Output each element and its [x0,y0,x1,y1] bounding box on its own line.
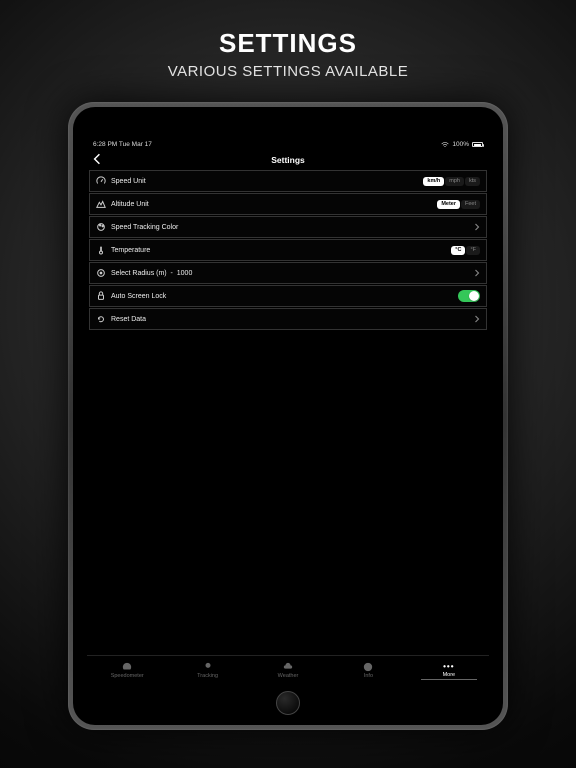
tab-weather[interactable]: Weather [248,662,328,679]
status-right: 100% [441,141,483,148]
tab-label: Info [364,673,373,679]
row-label: Speed Unit [111,178,418,185]
autolock-toggle[interactable] [458,290,480,302]
tablet-frame: 6:28 PM Tue Mar 17 100% Settings Speed U… [68,102,508,730]
seg-mph[interactable]: mph [445,177,464,186]
speed-unit-segment[interactable]: km/h mph kts [423,177,480,186]
status-time: 6:28 PM Tue Mar 17 [93,141,152,148]
row-select-radius[interactable]: Select Radius (m) - 1000 [89,262,487,284]
screen: 6:28 PM Tue Mar 17 100% Settings Speed U… [87,139,489,683]
reset-icon [96,314,106,324]
chevron-left-icon [93,152,101,166]
status-bar: 6:28 PM Tue Mar 17 100% [87,139,489,150]
tab-tracking[interactable]: Tracking [167,662,247,679]
seg-kts[interactable]: kts [465,177,480,186]
tab-label: More [443,672,456,678]
cloud-icon [283,662,293,672]
nav-bar: Settings [87,150,489,170]
tablet-bezel: 6:28 PM Tue Mar 17 100% Settings Speed U… [73,107,503,725]
row-label: Select Radius (m) - 1000 [111,270,469,277]
settings-list: Speed Unit km/h mph kts Altitude Unit Me… [87,170,489,655]
tab-speedometer[interactable]: Speedometer [87,662,167,679]
tab-bar: Speedometer Tracking Weather Info ••• Mo… [87,655,489,683]
gauge-icon [122,662,132,672]
gauge-icon [96,176,106,186]
altitude-unit-segment[interactable]: Meter Feet [437,200,480,209]
tab-label: Tracking [197,673,218,679]
seg-feet[interactable]: Feet [461,200,480,209]
row-label: Speed Tracking Color [111,224,469,231]
back-button[interactable] [93,152,101,166]
hero-subtitle: VARIOUS SETTINGS AVAILABLE [168,63,409,80]
battery-icon [472,142,483,147]
lock-icon [96,291,106,301]
chevron-right-icon [474,222,480,232]
seg-kmh[interactable]: km/h [423,177,444,186]
radius-icon [96,268,106,278]
row-altitude-unit[interactable]: Altitude Unit Meter Feet [89,193,487,215]
row-label: Reset Data [111,316,469,323]
row-speed-unit[interactable]: Speed Unit km/h mph kts [89,170,487,192]
row-temperature[interactable]: Temperature °C °F [89,239,487,261]
chevron-right-icon [474,268,480,278]
hero-header: SETTINGS VARIOUS SETTINGS AVAILABLE [168,28,409,80]
row-label: Temperature [111,247,446,254]
temperature-segment[interactable]: °C °F [451,246,480,255]
home-button[interactable] [276,691,300,715]
tab-label: Weather [278,673,299,679]
seg-fahrenheit[interactable]: °F [466,246,480,255]
more-icon: ••• [443,663,454,671]
row-auto-screen-lock[interactable]: Auto Screen Lock [89,285,487,307]
tab-more[interactable]: ••• More [409,663,489,678]
info-icon [363,662,373,672]
row-label: Altitude Unit [111,201,432,208]
thermometer-icon [96,245,106,255]
wifi-icon [441,142,449,148]
tab-info[interactable]: Info [328,662,408,679]
page-title: Settings [271,155,305,165]
battery-percent: 100% [452,141,469,148]
row-tracking-color[interactable]: Speed Tracking Color [89,216,487,238]
row-label: Auto Screen Lock [111,293,453,300]
palette-icon [96,222,106,232]
tab-label: Speedometer [111,673,144,679]
seg-meter[interactable]: Meter [437,200,460,209]
mountain-icon [96,199,106,209]
hero-title: SETTINGS [168,28,409,59]
seg-celsius[interactable]: °C [451,246,465,255]
pin-icon [203,662,213,672]
chevron-right-icon [474,314,480,324]
row-reset-data[interactable]: Reset Data [89,308,487,330]
